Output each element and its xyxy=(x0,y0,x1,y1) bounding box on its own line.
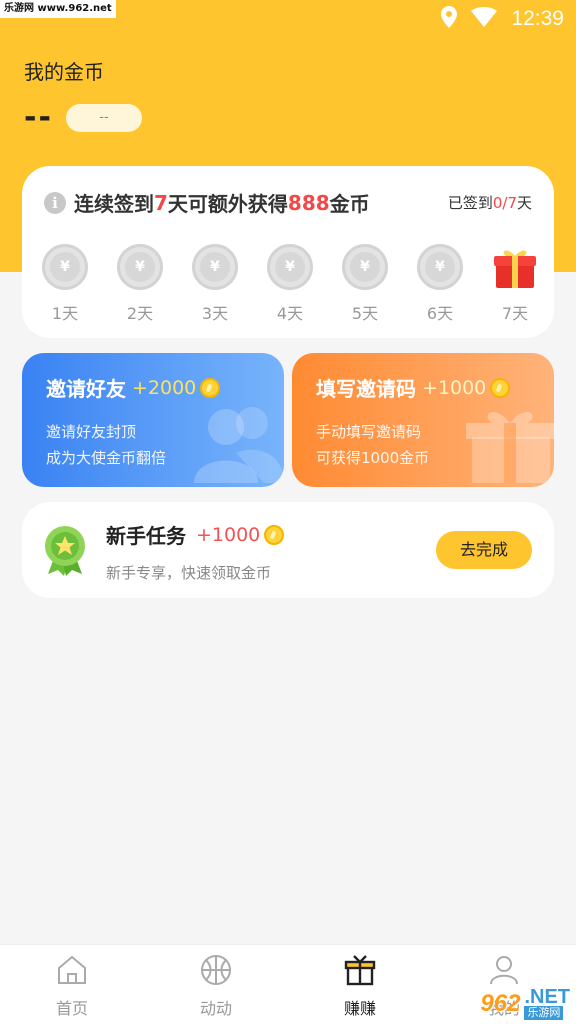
person-icon xyxy=(487,953,521,991)
location-icon xyxy=(441,6,458,32)
invite-desc: 邀请好友封顶 成为大使金币翻倍 xyxy=(46,419,166,471)
invite-desc-line2: 成为大使金币翻倍 xyxy=(46,449,167,467)
invite-code-card[interactable]: 填写邀请码 +1000 手动填写邀请码 可获得1000金币 xyxy=(292,353,554,487)
wifi-icon xyxy=(471,7,498,31)
signin-status: 已签到0/7天 xyxy=(448,192,532,213)
day-label: 5天 xyxy=(351,304,379,323)
watermark-bottom-right: 962 .NET 乐游网 xyxy=(480,986,570,1020)
watermark-number: 962 xyxy=(480,990,521,1017)
signin-day-7[interactable]: 7天 xyxy=(490,244,540,324)
gift-icon xyxy=(492,244,538,290)
day-label: 2天 xyxy=(126,304,154,323)
coin-icon: ¥ xyxy=(117,244,163,290)
signin-prefix: 连续签到 xyxy=(74,192,154,216)
signin-card: i 连续签到 7 天可额外获得 888 金币 已签到0/7天 ¥1天 ¥2天 ¥3天 ¥… xyxy=(22,166,554,338)
task-title: 新手任务 +1000 xyxy=(106,520,285,549)
tab-activity[interactable]: 动动 xyxy=(144,945,288,1024)
gift-outline-icon xyxy=(464,393,554,487)
code-desc: 手动填写邀请码 可获得1000金币 xyxy=(316,419,429,471)
signin-suffix: 金币 xyxy=(329,192,370,216)
invite-title-text: 邀请好友 xyxy=(46,377,126,401)
signin-days: ¥1天 ¥2天 ¥3天 ¥4天 ¥5天 ¥6天 7天 xyxy=(40,244,540,324)
coin-icon: ¥ xyxy=(267,244,313,290)
day-label: 7天 xyxy=(501,304,529,323)
watermark-sub: 乐游网 xyxy=(524,1006,564,1020)
signin-day-2[interactable]: ¥2天 xyxy=(115,244,165,324)
tab-earn-label: 赚赚 xyxy=(343,999,376,1018)
status-time: 12:39 xyxy=(511,7,564,30)
signin-day-5[interactable]: ¥5天 xyxy=(340,244,390,324)
info-icon[interactable]: i xyxy=(44,191,66,214)
signin-days-num: 7 xyxy=(154,190,168,215)
task-desc: 新手专享，快速领取金币 xyxy=(106,564,272,582)
users-icon xyxy=(184,393,284,487)
code-desc-line1: 手动填写邀请码 xyxy=(316,423,422,441)
coins-title: 我的金币 xyxy=(24,60,104,84)
task-bonus: +1000 xyxy=(196,523,261,546)
coin-icon: ¥ xyxy=(42,244,88,290)
signin-day-1[interactable]: ¥1天 xyxy=(40,244,90,324)
status-bar: 乐游网 www.962.net 12:39 xyxy=(0,0,576,38)
signin-status-count: 0/7 xyxy=(492,194,517,212)
coins-bubble: -- xyxy=(66,104,142,132)
coin-icon: ¥ xyxy=(342,244,388,290)
signin-title: i 连续签到 7 天可额外获得 888 金币 xyxy=(44,188,370,217)
signin-reward: 888 xyxy=(287,190,330,215)
coin-icon: ¥ xyxy=(192,244,238,290)
invite-desc-line1: 邀请好友封顶 xyxy=(46,423,137,441)
invite-friends-card[interactable]: 邀请好友 +2000 邀请好友封顶 成为大使金币翻倍 xyxy=(22,353,284,487)
code-title-text: 填写邀请码 xyxy=(316,377,416,401)
day-label: 3天 xyxy=(201,304,229,323)
complete-task-button[interactable]: 去完成 xyxy=(436,531,532,569)
day-label: 4天 xyxy=(276,304,304,323)
basketball-icon xyxy=(199,953,233,991)
signin-status-prefix: 已签到 xyxy=(447,194,493,212)
day-label: 6天 xyxy=(426,304,454,323)
tab-activity-label: 动动 xyxy=(199,999,232,1018)
signin-day-4[interactable]: ¥4天 xyxy=(265,244,315,324)
gift-icon xyxy=(343,953,377,991)
task-title-text: 新手任务 xyxy=(106,524,186,548)
coin-icon: ¥ xyxy=(417,244,463,290)
coins-value: -- xyxy=(24,100,53,135)
newbie-task-card: 新手任务 +1000 新手专享，快速领取金币 去完成 xyxy=(22,502,554,598)
signin-status-suffix: 天 xyxy=(516,194,532,212)
watermark-top-left: 乐游网 www.962.net xyxy=(0,0,116,18)
signin-day-3[interactable]: ¥3天 xyxy=(190,244,240,324)
tab-home[interactable]: 首页 xyxy=(0,945,144,1024)
tab-earn[interactable]: 赚赚 xyxy=(288,945,432,1024)
home-icon xyxy=(55,953,89,991)
day-label: 1天 xyxy=(51,304,79,323)
watermark-net: .NET xyxy=(524,986,570,1008)
gold-coin-icon xyxy=(264,524,285,545)
tab-home-label: 首页 xyxy=(55,999,88,1018)
signin-middle: 天可额外获得 xyxy=(167,192,288,216)
medal-icon xyxy=(42,524,88,580)
signin-day-6[interactable]: ¥6天 xyxy=(415,244,465,324)
code-desc-line2: 可获得1000金币 xyxy=(316,449,430,467)
